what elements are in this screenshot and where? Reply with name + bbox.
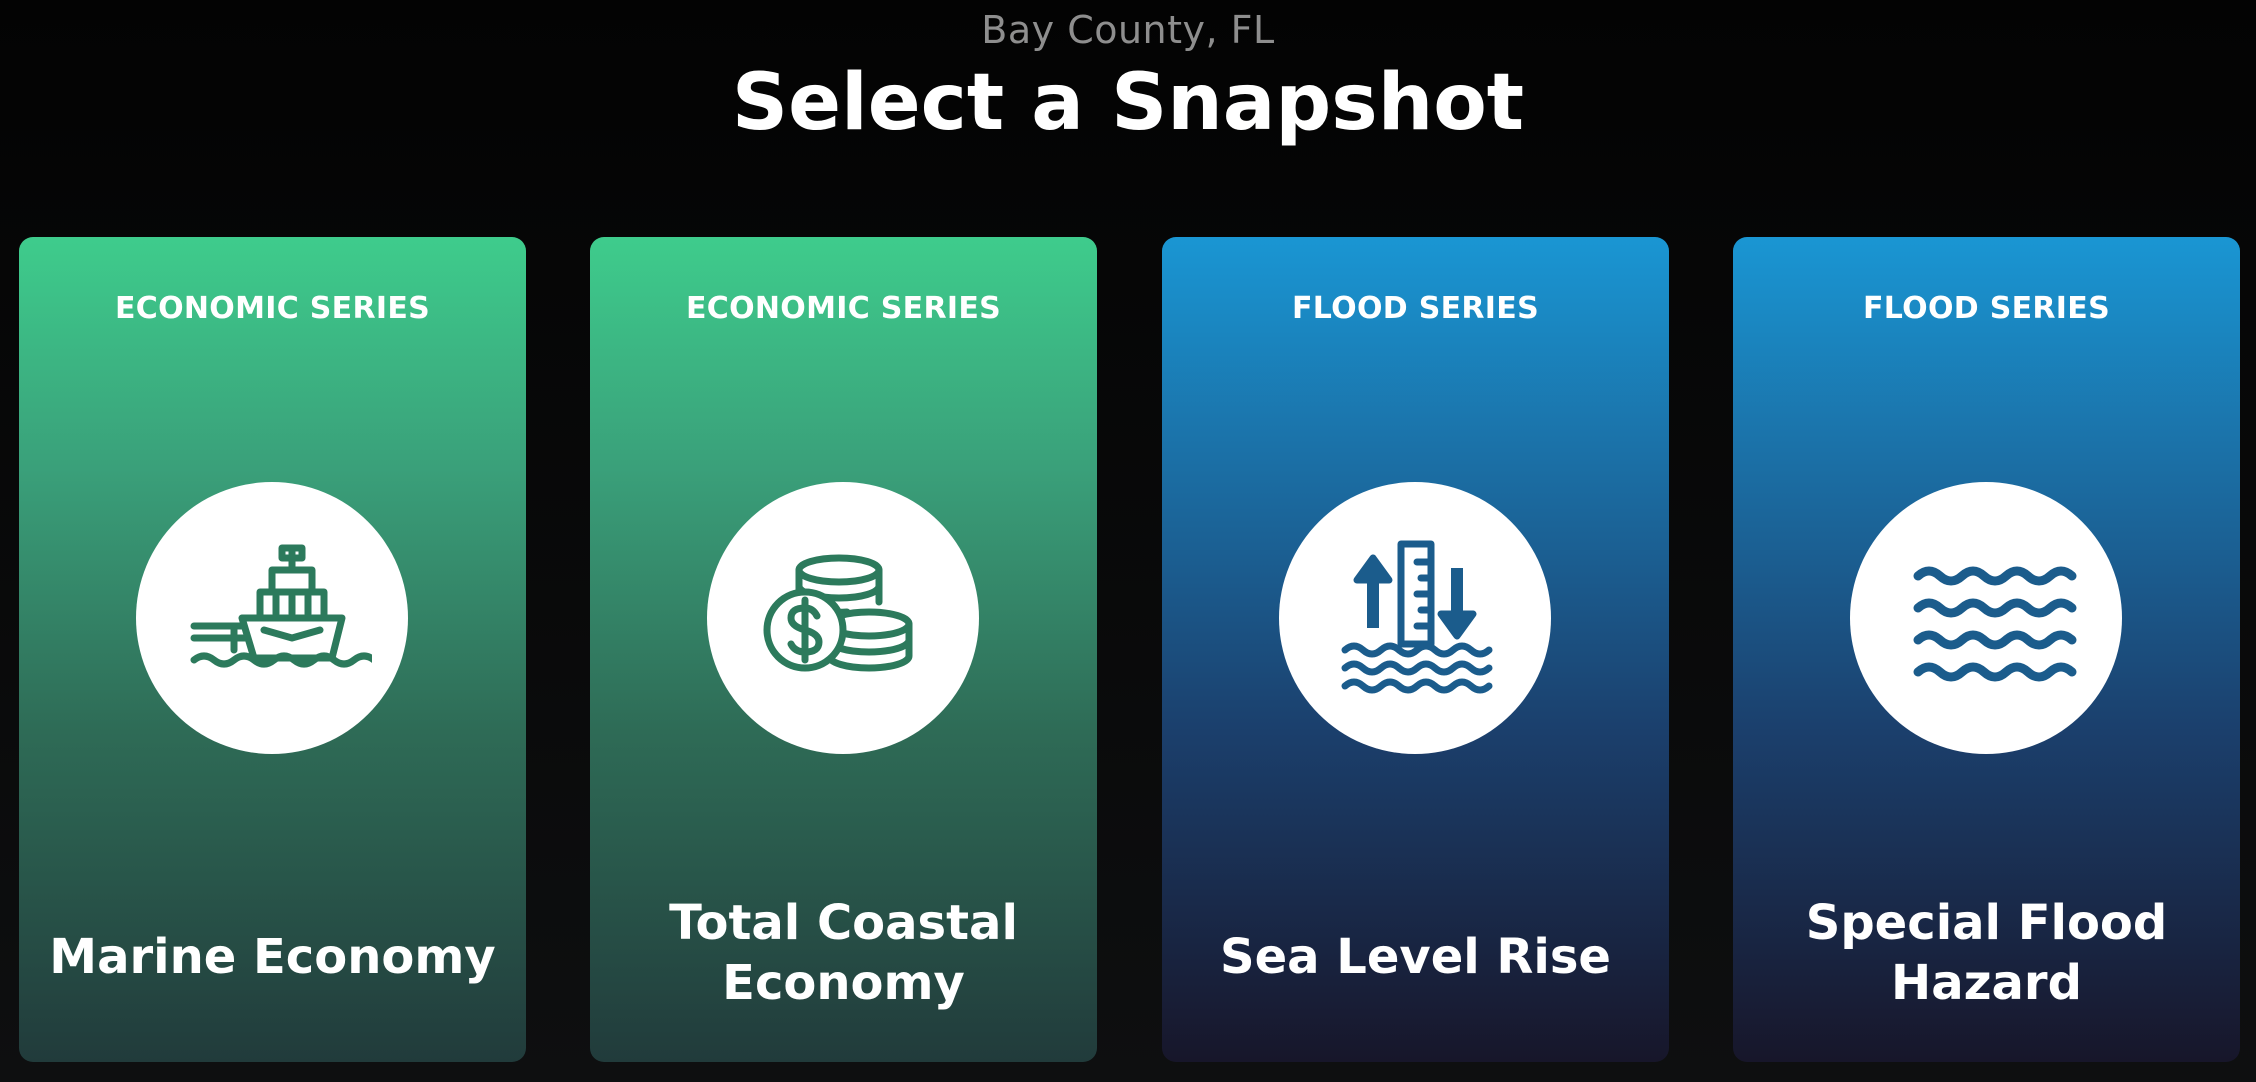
snapshot-card-sea-level-rise[interactable]: FLOOD SERIES Sea Level Rise	[1162, 237, 1669, 1062]
icon-badge	[707, 482, 979, 754]
series-label: ECONOMIC SERIES	[685, 291, 1002, 326]
icon-badge	[1279, 482, 1551, 754]
series-label: ECONOMIC SERIES	[114, 291, 431, 326]
card-title: Sea Level Rise	[1220, 929, 1611, 985]
page-title: Select a Snapshot	[731, 58, 1525, 148]
icon-badge	[1850, 482, 2122, 754]
waves-icon	[1913, 566, 2077, 682]
snapshot-card-marine-economy[interactable]: ECONOMIC SERIES Marine Economy	[19, 237, 526, 1062]
snapshot-card-special-flood-hazard[interactable]: FLOOD SERIES Special Flood Hazard	[1733, 237, 2240, 1062]
location-subtitle: Bay County, FL	[981, 8, 1275, 52]
sea-level-gauge-icon	[1341, 540, 1493, 694]
snapshot-card-total-coastal-economy[interactable]: ECONOMIC SERIES Total Coastal Economy	[590, 237, 1097, 1062]
coins-dollar-icon	[763, 554, 913, 672]
card-title: Total Coastal Economy	[669, 895, 1018, 1011]
series-label: FLOOD SERIES	[1863, 291, 2110, 326]
ship-icon	[190, 544, 372, 668]
card-title: Marine Economy	[49, 929, 496, 985]
snapshot-card-list: ECONOMIC SERIES Marine Economy ECONOMIC …	[19, 237, 2241, 1062]
icon-badge	[136, 482, 408, 754]
series-label: FLOOD SERIES	[1292, 291, 1539, 326]
card-title: Special Flood Hazard	[1805, 895, 2168, 1011]
